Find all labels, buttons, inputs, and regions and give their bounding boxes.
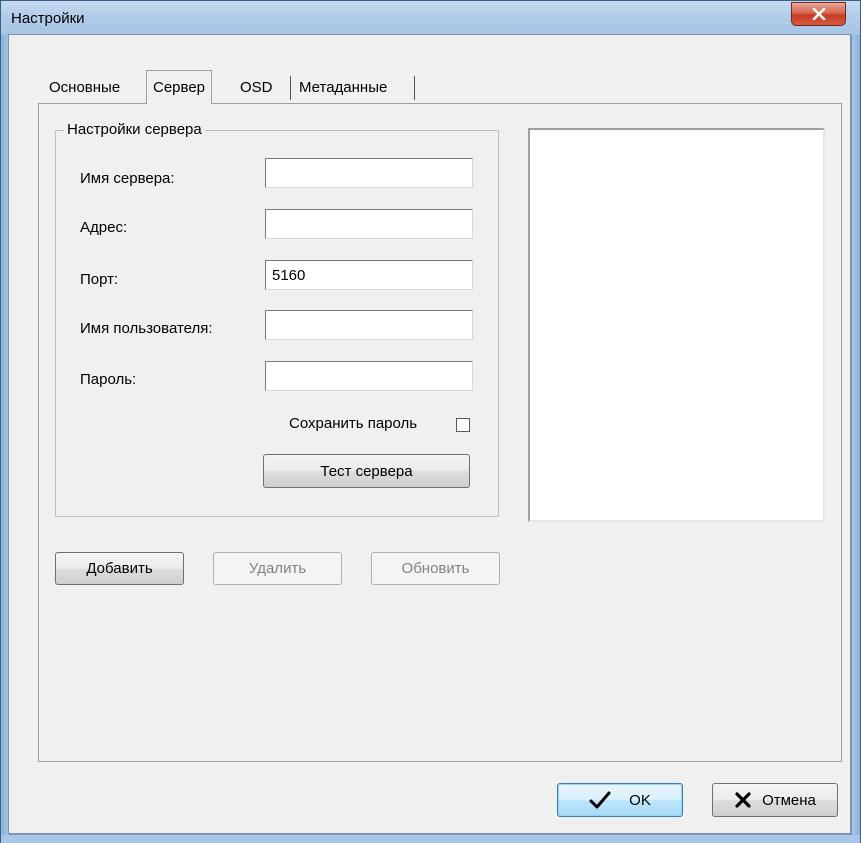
ok-button[interactable]: OK: [557, 783, 683, 817]
window-border-bottom: [1, 835, 860, 843]
tab-osd[interactable]: OSD: [234, 73, 279, 101]
title-bar[interactable]: Настройки: [1, 1, 860, 35]
delete-button[interactable]: Удалить: [213, 552, 342, 585]
window-title: Настройки: [11, 10, 85, 27]
cancel-button[interactable]: Отмена: [712, 783, 838, 817]
cross-icon: [734, 791, 752, 809]
server-list-panel[interactable]: [528, 128, 825, 522]
add-button[interactable]: Добавить: [55, 552, 184, 585]
server-name-label: Имя сервера:: [80, 170, 175, 187]
username-input[interactable]: [265, 310, 473, 340]
server-settings-group-title: Настройки сервера: [64, 121, 205, 138]
cancel-button-label: Отмена: [762, 791, 816, 809]
tab-separator: [290, 76, 291, 100]
tab-separator: [414, 76, 415, 100]
close-button[interactable]: [791, 2, 846, 26]
close-icon: [812, 8, 825, 20]
port-input[interactable]: [265, 260, 473, 290]
address-input[interactable]: [265, 209, 473, 239]
tab-server[interactable]: Сервер: [146, 70, 213, 104]
save-password-label: Сохранить пароль: [289, 415, 418, 432]
password-input[interactable]: [265, 361, 473, 391]
port-label: Порт:: [80, 271, 119, 288]
checkmark-icon: [589, 791, 611, 809]
username-label: Имя пользователя:: [80, 320, 213, 337]
window-border-right: [852, 35, 860, 843]
ok-button-label: OK: [629, 791, 651, 809]
address-label: Адрес:: [80, 219, 128, 236]
refresh-button[interactable]: Обновить: [371, 552, 500, 585]
server-name-input[interactable]: [265, 158, 473, 188]
tab-metadata[interactable]: Метаданные: [293, 73, 393, 101]
password-label: Пароль:: [80, 371, 137, 388]
save-password-checkbox[interactable]: [456, 418, 470, 432]
test-server-button[interactable]: Тест сервера: [263, 454, 470, 488]
tab-general[interactable]: Основные: [43, 73, 126, 101]
